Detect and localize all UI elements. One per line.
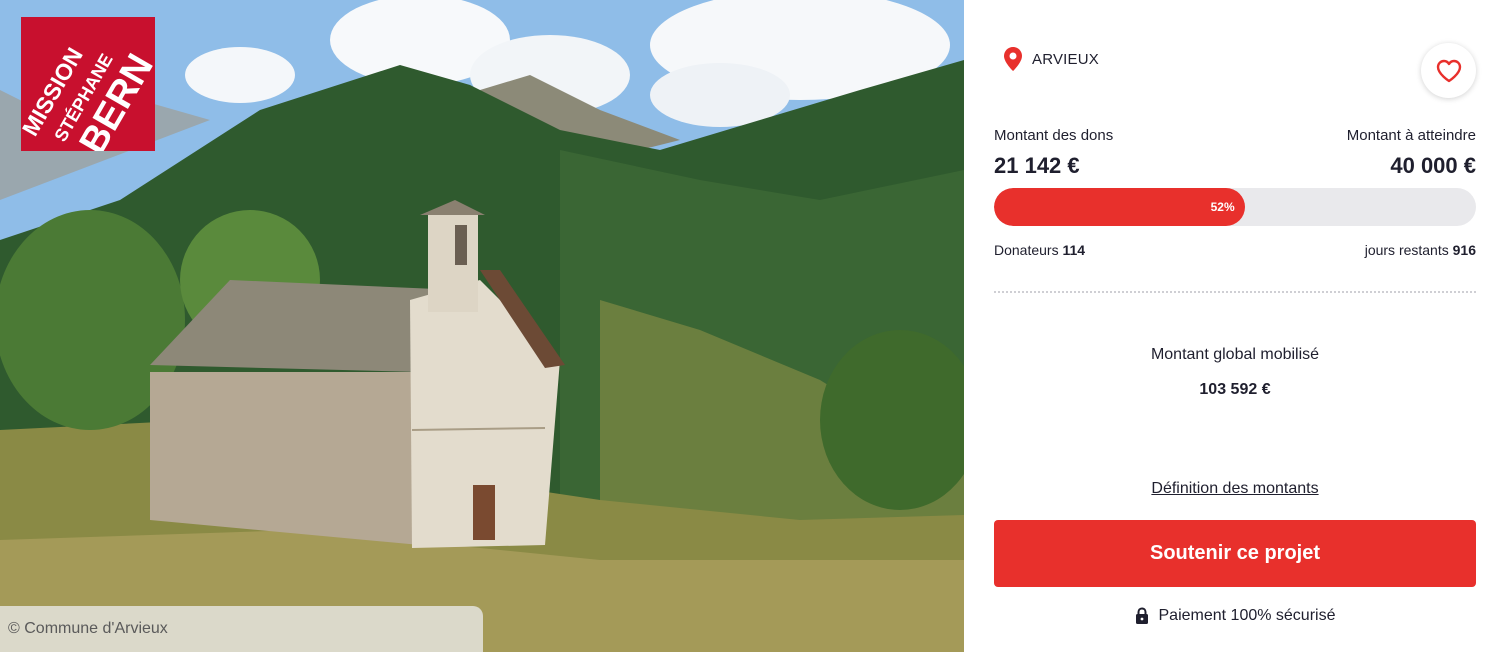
donors-count: 114	[1062, 242, 1086, 258]
lock-icon	[1135, 607, 1148, 624]
progress-percent-label: 52%	[1210, 200, 1235, 214]
dotted-divider	[994, 291, 1476, 293]
global-amount-label: Montant global mobilisé	[1150, 346, 1320, 363]
heart-icon	[1436, 59, 1461, 82]
map-pin-icon	[1004, 47, 1022, 71]
funding-progress-fill: 52%	[994, 188, 1245, 226]
favorite-button[interactable]	[1421, 43, 1476, 98]
funding-amounts: 21 142 € 40 000 €	[994, 153, 1476, 179]
funding-labels: Montant des dons Montant à atteindre	[994, 127, 1476, 144]
donors-stat: Donateurs 114	[994, 242, 1085, 258]
mission-stephane-bern-logo: MISSION STÉPHANE BERN	[21, 17, 155, 151]
amounts-definition-link[interactable]: Définition des montants	[994, 480, 1476, 498]
photo-credit: © Commune d'Arvieux	[0, 606, 483, 652]
donors-label: Donateurs	[994, 242, 1059, 258]
funding-progress-bar: 52%	[994, 188, 1476, 226]
secure-payment-note: Paiement 100% sécurisé	[994, 607, 1476, 625]
raised-label: Montant des dons	[994, 127, 1114, 144]
project-info-panel: ARVIEUX Montant des dons Montant à attei…	[964, 0, 1498, 652]
days-count: 916	[1452, 242, 1476, 258]
secure-payment-text: Paiement 100% sécurisé	[1158, 607, 1336, 624]
raised-amount: 21 142 €	[994, 153, 1080, 178]
goal-label: Montant à atteindre	[1346, 127, 1476, 144]
global-amount-value: 103 592 €	[1199, 381, 1271, 398]
location-label: ARVIEUX	[1032, 50, 1099, 68]
project-photo: MISSION STÉPHANE BERN © Commune d'Arvieu…	[0, 0, 964, 652]
goal-amount: 40 000 €	[1390, 153, 1476, 178]
days-remaining-stat: jours restants 916	[1365, 242, 1476, 258]
days-label: jours restants	[1364, 242, 1449, 258]
project-location: ARVIEUX	[1004, 47, 1099, 71]
funding-stats: Donateurs 114 jours restants 916	[994, 242, 1476, 258]
support-project-button[interactable]: Soutenir ce projet	[994, 520, 1476, 587]
